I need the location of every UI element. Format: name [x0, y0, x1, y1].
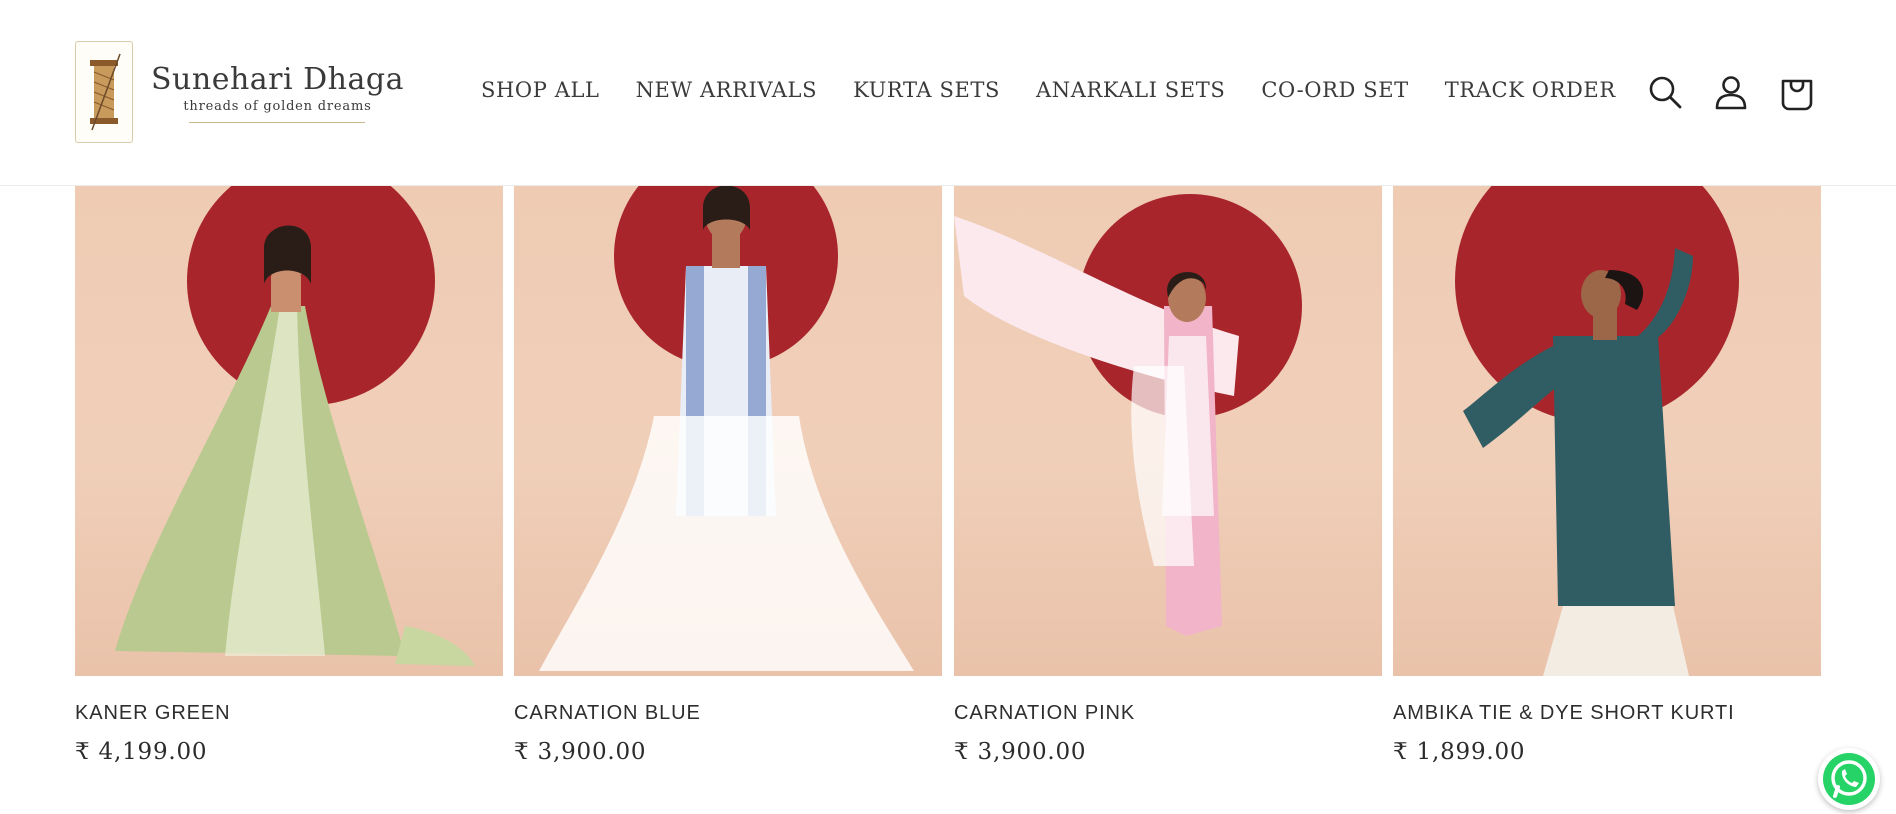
whatsapp-icon[interactable] [1818, 748, 1880, 810]
product-image[interactable] [75, 186, 503, 676]
spool-logo-icon [75, 41, 133, 143]
cart-icon[interactable] [1777, 72, 1817, 112]
brand-logo[interactable]: Sunehari Dhaga threads of golden dreams [75, 41, 404, 143]
product-image[interactable] [954, 186, 1382, 676]
product-price: ₹ 3,900.00 [954, 739, 1087, 765]
product-price: ₹ 4,199.00 [75, 739, 208, 765]
product-title[interactable]: CARNATION PINK [954, 702, 1135, 725]
product-image[interactable] [514, 186, 942, 676]
product-card[interactable]: AMBIKA TIE & DYE SHORT KURTI ₹ 1,899.00 [1393, 186, 1821, 765]
search-icon[interactable] [1645, 72, 1685, 112]
nav-track-order[interactable]: TRACK ORDER [1445, 78, 1616, 102]
product-price: ₹ 1,899.00 [1393, 739, 1526, 765]
main-nav: SHOP ALL NEW ARRIVALS KURTA SETS ANARKAL… [481, 78, 1616, 102]
product-title[interactable]: KANER GREEN [75, 702, 231, 725]
product-image[interactable] [1393, 186, 1821, 676]
product-title[interactable]: CARNATION BLUE [514, 702, 701, 725]
product-card[interactable]: CARNATION PINK ₹ 3,900.00 [954, 186, 1382, 765]
nav-kurta-sets[interactable]: KURTA SETS [853, 78, 1000, 102]
account-icon[interactable] [1711, 72, 1751, 112]
nav-anarkali-sets[interactable]: ANARKALI SETS [1036, 78, 1225, 102]
site-header: Sunehari Dhaga threads of golden dreams … [0, 0, 1896, 186]
brand-name: Sunehari Dhaga [151, 61, 404, 97]
nav-new-arrivals[interactable]: NEW ARRIVALS [636, 78, 818, 102]
product-card[interactable]: CARNATION BLUE ₹ 3,900.00 [514, 186, 942, 765]
nav-shop-all[interactable]: SHOP ALL [481, 78, 600, 102]
product-title[interactable]: AMBIKA TIE & DYE SHORT KURTI [1393, 702, 1735, 725]
brand-tagline: threads of golden dreams [183, 98, 372, 114]
product-price: ₹ 3,900.00 [514, 739, 647, 765]
nav-co-ord-set[interactable]: CO-ORD SET [1261, 78, 1408, 102]
brand-underline [189, 121, 366, 123]
product-card[interactable]: KANER GREEN ₹ 4,199.00 [75, 186, 503, 765]
